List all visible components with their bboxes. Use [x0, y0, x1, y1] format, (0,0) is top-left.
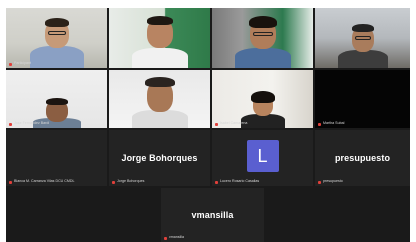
muted-mic-icon [112, 180, 115, 184]
participant-figure [130, 74, 190, 128]
participant-tile-7[interactable]: Isabel Camarena [212, 70, 313, 128]
muted-mic-icon [9, 122, 12, 126]
participant-tile-13[interactable]: vmansilla vmansilla [161, 188, 264, 242]
participant-tile-4[interactable] [315, 8, 410, 68]
muted-mic-icon [9, 180, 12, 184]
participant-figure [233, 12, 293, 68]
participant-name-tag: presupuesto [318, 180, 343, 184]
video-grid: Participant Jose Fernandez Bardi Isabel … [6, 8, 410, 242]
participant-tile-10[interactable]: Jorge Bohorques Jorge Bohorques [109, 130, 210, 186]
participant-tile-5[interactable]: Jose Fernandez Bardi [6, 70, 107, 128]
participant-display-name: vmansilla [191, 210, 234, 220]
participant-figure [335, 18, 391, 68]
participant-tile-6[interactable] [109, 70, 210, 128]
participant-tile-12[interactable]: presupuesto presupuesto [315, 130, 410, 186]
muted-mic-icon [215, 180, 218, 184]
participant-figure [27, 12, 87, 68]
participant-tile-2[interactable] [109, 8, 210, 68]
participant-figure [130, 12, 190, 68]
participant-tile-9[interactable]: Blanca M. Carranza Vilas DCU CMDL [6, 130, 107, 186]
participant-tile-3[interactable] [212, 8, 313, 68]
participant-avatar: L [246, 140, 279, 172]
participant-tile-11[interactable]: L Lucero Rosario Casallas [212, 130, 313, 186]
participant-name-tag: Lucero Rosario Casallas [215, 180, 259, 184]
participant-tile-1[interactable]: Participant [6, 8, 107, 68]
muted-mic-icon [318, 180, 321, 184]
muted-mic-icon [215, 122, 218, 126]
participant-name-tag: Jorge Bohorques [112, 180, 144, 184]
muted-mic-icon [318, 122, 321, 126]
participant-name-tag: vmansilla [164, 236, 184, 240]
participant-display-name: presupuesto [334, 153, 391, 163]
muted-mic-icon [164, 236, 167, 240]
participant-name-tag: Jose Fernandez Bardi [9, 122, 49, 126]
participant-name-tag: Participant [9, 62, 31, 66]
participant-name-tag: Blanca M. Carranza Vilas DCU CMDL [9, 180, 74, 184]
participant-name-tag: Isabel Camarena [215, 122, 247, 126]
participant-name-tag: Martha Subal [318, 122, 344, 126]
muted-mic-icon [9, 62, 12, 66]
participant-display-name: Jorge Bohorques [121, 153, 198, 163]
participant-tile-8[interactable]: Martha Subal [315, 70, 410, 128]
